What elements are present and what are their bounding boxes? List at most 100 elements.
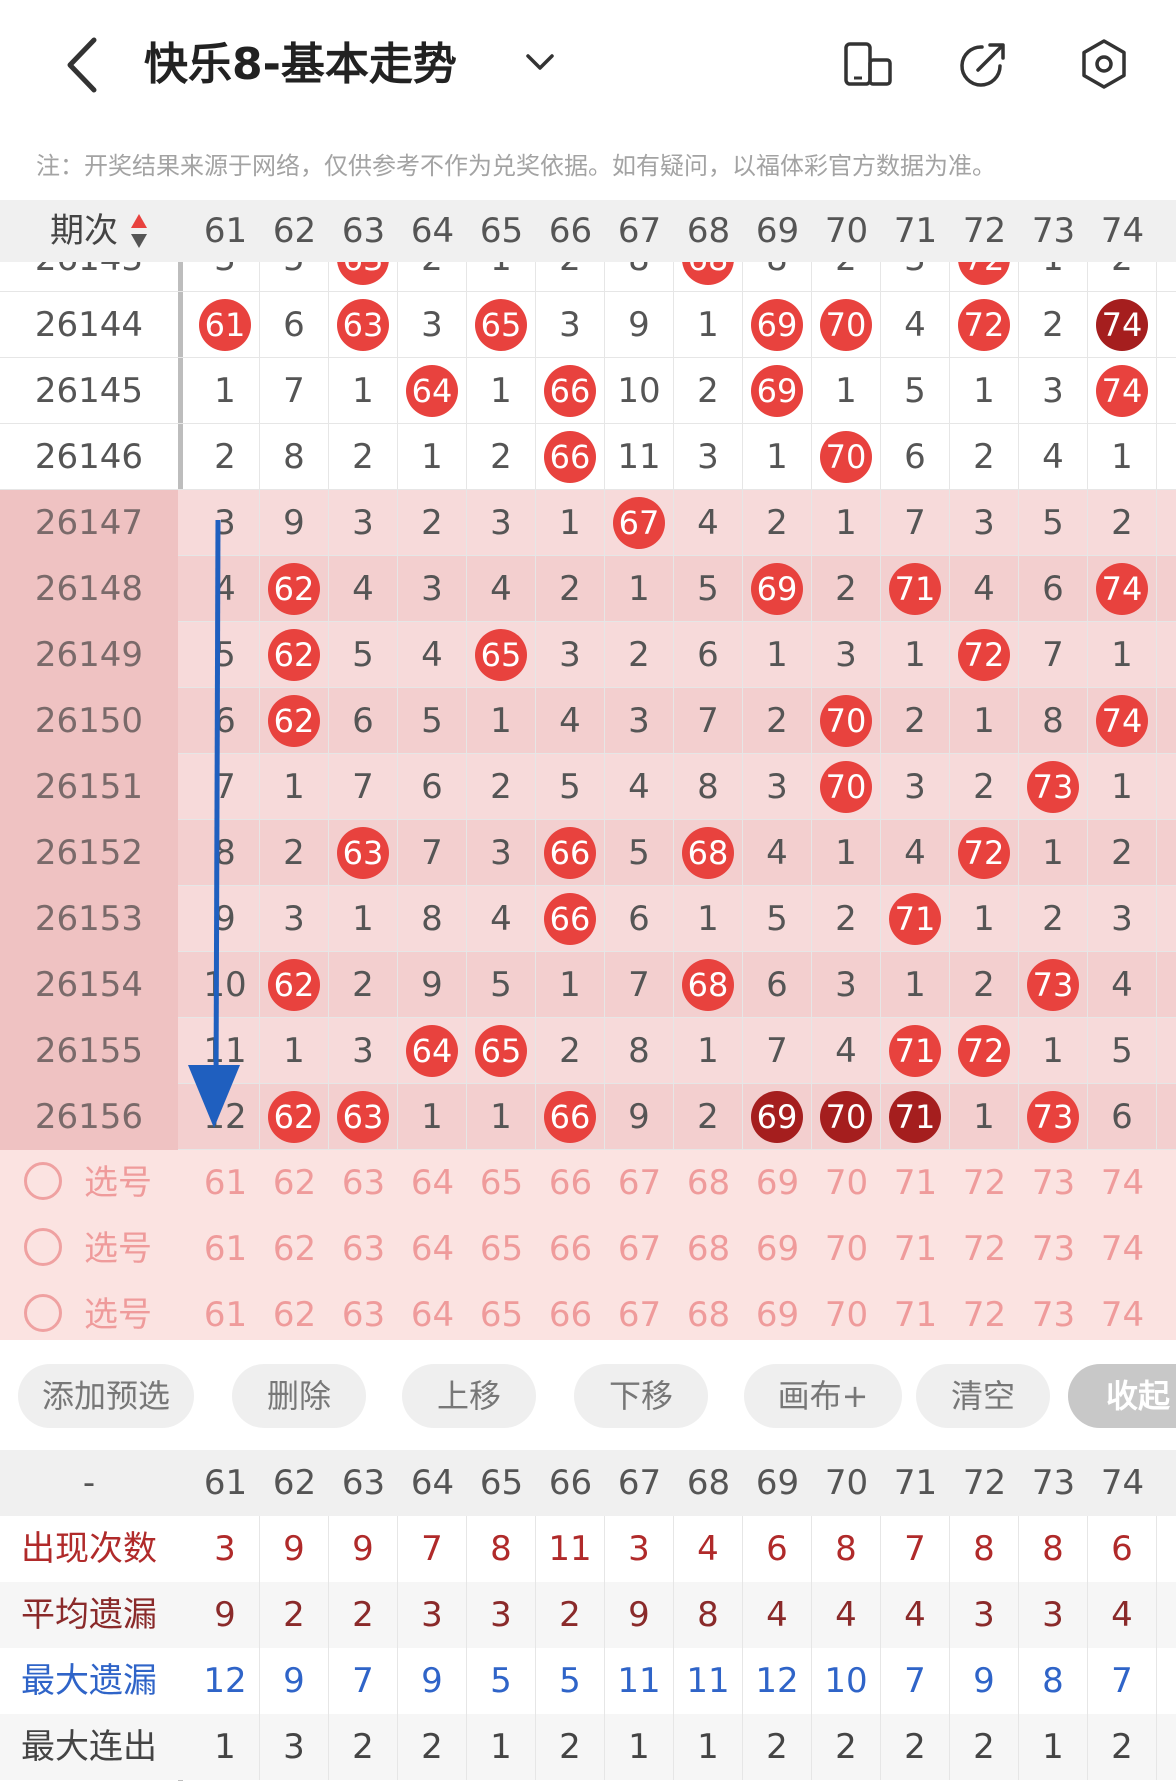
selectable-number[interactable]: 71 xyxy=(881,1216,950,1282)
selectable-number[interactable]: 67 xyxy=(605,1150,674,1216)
selectable-number[interactable]: 65 xyxy=(467,1216,536,1282)
stats-value: 7 xyxy=(881,1516,950,1582)
selectable-number[interactable]: 68 xyxy=(674,1282,743,1340)
grid-cell: 8 xyxy=(674,754,743,820)
period-column-label[interactable]: 期次 xyxy=(50,200,118,262)
selectable-number[interactable]: 61 xyxy=(191,1216,260,1282)
selectable-number[interactable]: 64 xyxy=(398,1150,467,1216)
selectable-number[interactable]: 65 xyxy=(467,1282,536,1340)
grid-cell: 11 xyxy=(191,1018,260,1084)
action-button[interactable]: 删除 xyxy=(232,1364,366,1428)
selectable-number[interactable]: 74 xyxy=(1088,1150,1157,1216)
grid-cell: 7 xyxy=(1019,622,1088,688)
stats-label: 出现次数 xyxy=(21,1529,157,1569)
selectable-number[interactable]: 66 xyxy=(536,1150,605,1216)
sort-icon[interactable] xyxy=(130,212,148,250)
select-label[interactable]: 选号 xyxy=(84,1216,152,1282)
selectable-number[interactable]: 63 xyxy=(329,1216,398,1282)
period-number: 26144 xyxy=(34,305,144,345)
selectable-number[interactable]: 68 xyxy=(674,1216,743,1282)
selectable-number[interactable]: 71 xyxy=(881,1282,950,1340)
table-row: 26155 11 1 3 64 65 2 8 1 7 4 71 72 1 5 xyxy=(0,1018,1176,1084)
grid-cell: 8 xyxy=(605,262,674,292)
select-radio[interactable] xyxy=(24,1228,62,1266)
selectable-number[interactable]: 74 xyxy=(1088,1216,1157,1282)
phone-layout-icon[interactable] xyxy=(840,36,896,92)
selectable-number[interactable]: 70 xyxy=(812,1216,881,1282)
selectable-number[interactable]: 63 xyxy=(329,1150,398,1216)
selectable-number[interactable]: 62 xyxy=(260,1150,329,1216)
selectable-number[interactable]: 73 xyxy=(1019,1150,1088,1216)
grid-cell: 62 xyxy=(260,1084,329,1150)
drawn-number-ball: 69 xyxy=(751,1091,803,1143)
selectable-number[interactable]: 73 xyxy=(1019,1282,1088,1340)
drawn-number-ball: 63 xyxy=(337,262,389,285)
stats-value: 12 xyxy=(191,1648,260,1714)
selectable-number[interactable]: 67 xyxy=(605,1216,674,1282)
selectable-number[interactable]: 72 xyxy=(950,1150,1019,1216)
action-button[interactable]: 清空 xyxy=(916,1364,1050,1428)
grid-cell: 3 xyxy=(605,688,674,754)
grid-cell: 1 xyxy=(191,358,260,424)
settings-icon[interactable] xyxy=(1076,36,1132,92)
selectable-number[interactable]: 62 xyxy=(260,1216,329,1282)
select-row: 选号 61 62 63 64 65 66 67 68 69 70 71 72 73 74 xyxy=(0,1150,1176,1216)
selectable-number[interactable]: 68 xyxy=(674,1150,743,1216)
selectable-number[interactable]: 66 xyxy=(536,1216,605,1282)
drawn-number-ball: 71 xyxy=(889,893,941,945)
selectable-number[interactable]: 64 xyxy=(398,1216,467,1282)
grid-cell: 2 xyxy=(467,424,536,490)
selectable-number[interactable]: 71 xyxy=(881,1150,950,1216)
stats-value: 3 xyxy=(1019,1582,1088,1648)
grid-cell: 5 xyxy=(191,622,260,688)
grid-cell: 1 xyxy=(1019,820,1088,886)
selectable-number[interactable]: 64 xyxy=(398,1282,467,1340)
selectable-number[interactable]: 69 xyxy=(743,1282,812,1340)
selectable-number[interactable]: 61 xyxy=(191,1282,260,1340)
selectable-number[interactable]: 61 xyxy=(191,1150,260,1216)
selectable-number[interactable]: 72 xyxy=(950,1216,1019,1282)
select-radio[interactable] xyxy=(24,1294,62,1332)
period-number: 26151 xyxy=(0,754,178,820)
page-title[interactable]: 快乐8-基本走势 xyxy=(144,30,457,100)
action-button[interactable]: 下移 xyxy=(574,1364,708,1428)
select-label[interactable]: 选号 xyxy=(84,1150,152,1216)
selectable-number[interactable]: 73 xyxy=(1019,1216,1088,1282)
share-icon[interactable] xyxy=(956,36,1012,92)
select-label[interactable]: 选号 xyxy=(84,1282,152,1340)
grid-cell: 68 xyxy=(674,820,743,886)
grid-cell: 2 xyxy=(1019,292,1088,358)
grid-cell: 66 xyxy=(536,886,605,952)
grid-cell: 71 xyxy=(881,556,950,622)
grid-cell: 6 xyxy=(191,688,260,754)
grid-cell: 2 xyxy=(950,424,1019,490)
drawn-number-ball: 69 xyxy=(751,563,803,615)
selectable-number[interactable]: 72 xyxy=(950,1282,1019,1340)
stats-value: 4 xyxy=(812,1582,881,1648)
selectable-number[interactable]: 62 xyxy=(260,1282,329,1340)
selectable-number[interactable]: 66 xyxy=(536,1282,605,1340)
selectable-number[interactable]: 74 xyxy=(1088,1282,1157,1340)
select-radio[interactable] xyxy=(24,1162,62,1200)
action-button[interactable]: 上移 xyxy=(402,1364,536,1428)
selectable-number[interactable]: 63 xyxy=(329,1282,398,1340)
action-button[interactable]: 收起 xyxy=(1068,1364,1176,1428)
chevron-down-icon[interactable] xyxy=(520,42,560,82)
action-button[interactable]: 画布+ xyxy=(744,1364,902,1428)
selectable-number[interactable]: 67 xyxy=(605,1282,674,1340)
drawn-number-ball: 72 xyxy=(958,299,1010,351)
selectable-number[interactable]: 69 xyxy=(743,1150,812,1216)
selectable-number[interactable]: 70 xyxy=(812,1282,881,1340)
drawn-number-ball: 70 xyxy=(820,761,872,813)
action-button[interactable]: 添加预选 xyxy=(18,1364,194,1428)
grid-cell: 72 xyxy=(950,820,1019,886)
grid-cell: 2 xyxy=(743,688,812,754)
back-arrow-icon[interactable] xyxy=(56,30,112,100)
selectable-number[interactable]: 69 xyxy=(743,1216,812,1282)
grid-cell: 7 xyxy=(329,754,398,820)
grid-cell: 4 xyxy=(950,556,1019,622)
stats-value: 3 xyxy=(260,1714,329,1780)
grid-cell: 1 xyxy=(881,622,950,688)
selectable-number[interactable]: 70 xyxy=(812,1150,881,1216)
selectable-number[interactable]: 65 xyxy=(467,1150,536,1216)
